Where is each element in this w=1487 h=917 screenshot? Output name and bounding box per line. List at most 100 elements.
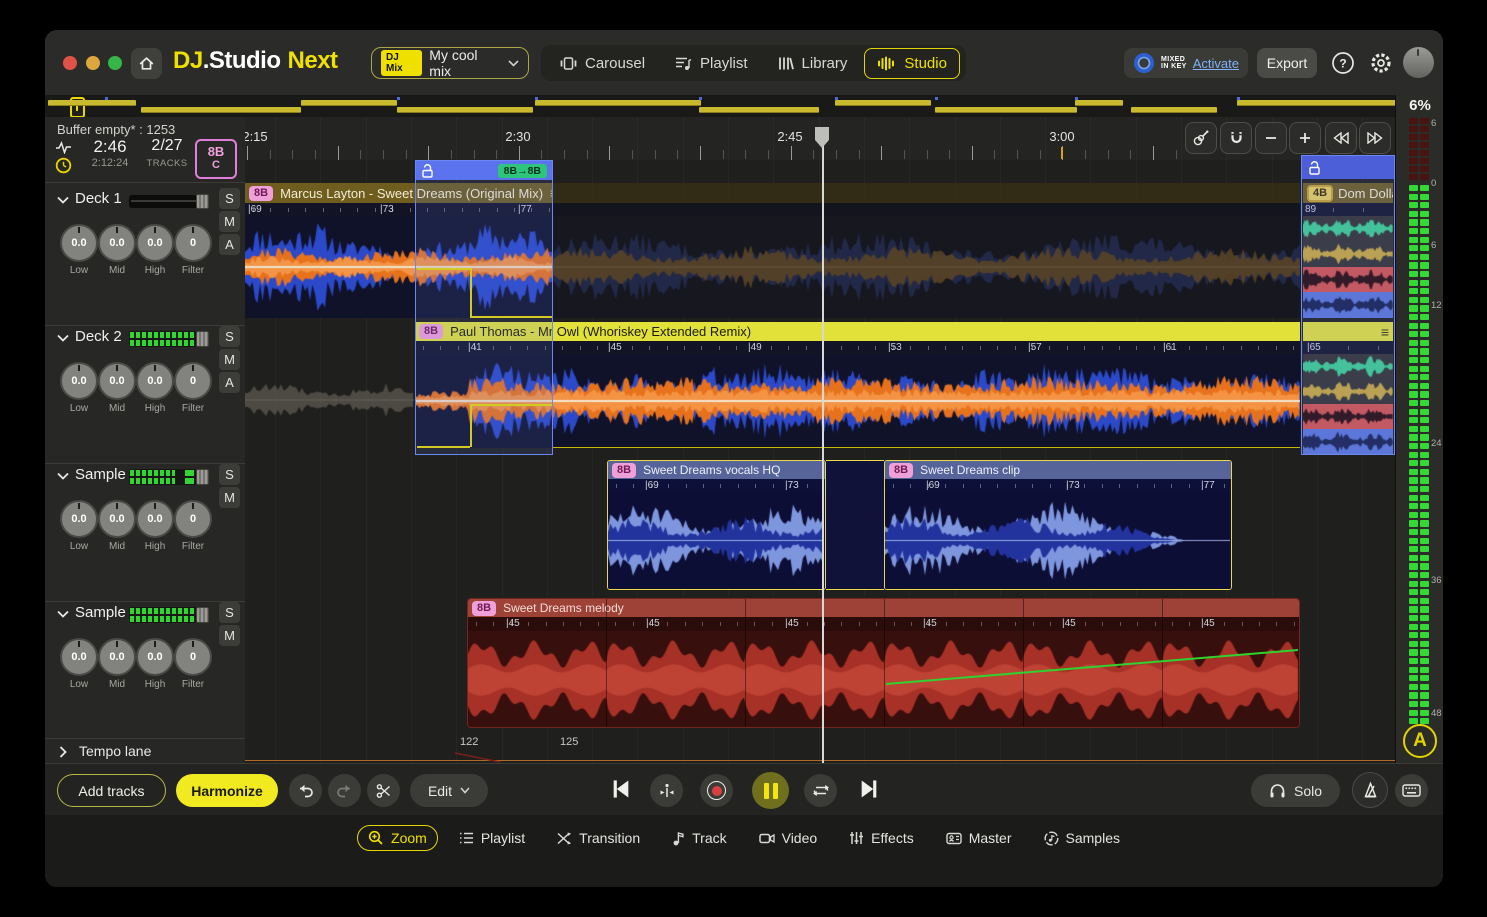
panel-tab-zoom[interactable]: Zoom [357, 825, 438, 851]
zoom-out-button[interactable] [1255, 122, 1287, 154]
sample1-solo-button[interactable]: S [219, 464, 240, 485]
playhead-line[interactable] [822, 145, 824, 763]
deck1-mute-button[interactable]: M [219, 211, 240, 232]
rewind-button[interactable] [1325, 122, 1357, 154]
redo-button[interactable] [328, 774, 361, 807]
undo-button[interactable] [289, 774, 322, 807]
deck2-mute-button[interactable]: M [219, 349, 240, 370]
sample2-mute-button[interactable]: M [219, 625, 240, 646]
pause-button[interactable] [752, 772, 789, 809]
deck2-low-knob[interactable]: 0.0 [60, 362, 98, 400]
snap-button[interactable] [1220, 122, 1252, 154]
cut-button[interactable] [367, 774, 400, 807]
avatar[interactable] [1403, 47, 1434, 78]
right-transition-region[interactable] [1301, 155, 1395, 455]
deck2-filter-knob[interactable]: 0 [174, 362, 212, 400]
panel-tab-master[interactable]: Master [935, 825, 1023, 851]
sample2-level-meter[interactable] [129, 607, 209, 623]
collapse-chevron-icon[interactable] [57, 196, 69, 204]
tab-playlist[interactable]: Playlist [662, 48, 761, 79]
sample2-low-knob[interactable]: 0.0 [60, 638, 98, 676]
tab-carousel[interactable]: Carousel [547, 48, 658, 79]
loop-button[interactable] [804, 774, 837, 807]
sample1-high-knob[interactable]: 0.0 [136, 500, 174, 538]
transition-header[interactable]: 8B→8B [416, 161, 552, 180]
sample1-low-knob[interactable]: 0.0 [60, 500, 98, 538]
panel-tab-track[interactable]: Track [661, 825, 737, 851]
deck2-auto-button[interactable]: A [219, 372, 240, 393]
metronome-button[interactable] [1352, 772, 1388, 808]
tab-library[interactable]: Library [765, 48, 861, 79]
help-button[interactable]: ? [1329, 49, 1357, 77]
sample1-mute-button[interactable]: M [219, 487, 240, 508]
sample1-clip-vocals[interactable]: 8B Sweet Dreams vocals HQ |69|73 [607, 460, 826, 590]
deck1-low-knob[interactable]: 0.0 [60, 224, 98, 262]
deck1-high-knob[interactable]: 0.0 [136, 224, 174, 262]
project-selector[interactable]: DJ Mix My cool mix [371, 47, 529, 79]
collapse-chevron-icon[interactable] [57, 472, 69, 480]
sample2-clip[interactable]: 8B Sweet Dreams melody |45|45|45|45|45|4… [467, 598, 1300, 728]
panel-tab-effects[interactable]: Effects [838, 825, 925, 851]
deck2-high-knob[interactable]: 0.0 [136, 362, 174, 400]
collapse-chevron-icon[interactable] [57, 334, 69, 342]
collapse-chevron-icon[interactable] [57, 610, 69, 618]
home-button[interactable] [131, 48, 162, 79]
sample1-mid-knob[interactable]: 0.0 [98, 500, 136, 538]
deck1-auto-button[interactable]: A [219, 234, 240, 255]
settings-button[interactable] [1367, 49, 1395, 77]
sample1-gap[interactable] [826, 460, 884, 590]
sample1-clip-main[interactable]: 8B Sweet Dreams clip |69|73|77 [884, 460, 1232, 590]
deck2-level-meter[interactable] [129, 331, 209, 347]
sample2-filter-knob[interactable]: 0 [174, 638, 212, 676]
export-button[interactable]: Export [1257, 48, 1317, 78]
panel-tab-transition[interactable]: Transition [546, 825, 651, 851]
sample1-filter-knob[interactable]: 0 [174, 500, 212, 538]
transition-region[interactable]: 8B→8B [415, 160, 553, 455]
slider-handle[interactable] [196, 194, 209, 209]
beat-tick [1276, 346, 1277, 350]
fast-forward-button[interactable] [1359, 122, 1391, 154]
unlock-icon[interactable] [1308, 161, 1321, 175]
sample1-level-meter[interactable] [129, 469, 209, 485]
deck1-mid-knob[interactable]: 0.0 [98, 224, 136, 262]
unlock-icon[interactable] [421, 164, 434, 178]
beat-label: |45 [1062, 618, 1076, 629]
deck1-clip-faded[interactable] [553, 183, 1300, 318]
panel-tab-video[interactable]: Video [748, 825, 829, 851]
slider-handle[interactable] [196, 607, 209, 623]
add-tracks-button[interactable]: Add tracks [57, 774, 166, 807]
harmonize-button[interactable]: Harmonize [176, 774, 278, 807]
autogain-button[interactable]: A [1403, 724, 1437, 758]
close-window-button[interactable] [63, 56, 77, 70]
sample2-solo-button[interactable]: S [219, 602, 240, 623]
deck1-volume-slider[interactable] [129, 195, 209, 208]
skip-to-start-button[interactable] [610, 778, 632, 805]
deck1-filter-knob[interactable]: 0 [174, 224, 212, 262]
tab-studio[interactable]: Studio [864, 48, 960, 79]
shortcuts-button[interactable] [1395, 774, 1428, 807]
maximize-window-button[interactable] [108, 56, 122, 70]
sample2-mid-knob[interactable]: 0.0 [98, 638, 136, 676]
panel-tab-playlist[interactable]: Playlist [448, 825, 536, 851]
tempo-lane-row[interactable]: Tempo lane [45, 738, 245, 764]
activate-link[interactable]: Activate [1193, 56, 1239, 71]
playhead-marker[interactable] [815, 127, 830, 149]
slider-handle[interactable] [196, 331, 209, 347]
sample2-high-knob[interactable]: 0.0 [136, 638, 174, 676]
skip-to-end-button[interactable] [858, 778, 880, 805]
solo-button[interactable]: Solo [1251, 774, 1340, 807]
slider-handle[interactable] [196, 469, 209, 485]
edit-menu-button[interactable]: Edit [410, 774, 488, 807]
transition-header[interactable] [1302, 156, 1394, 179]
instrument-button[interactable] [1185, 122, 1217, 154]
zoom-in-button[interactable] [1289, 122, 1321, 154]
record-button[interactable] [700, 774, 733, 807]
minimize-window-button[interactable] [86, 56, 100, 70]
timeline-overview[interactable] [45, 95, 1443, 117]
panel-tab-samples[interactable]: Samples [1033, 825, 1131, 851]
jump-to-playhead-button[interactable] [650, 774, 683, 807]
deck2-mid-knob[interactable]: 0.0 [98, 362, 136, 400]
deck2-solo-button[interactable]: S [219, 326, 240, 347]
timeline-area[interactable]: 2:152:302:453:00 8B Marcus Layton - Swee… [245, 117, 1395, 763]
deck1-solo-button[interactable]: S [219, 188, 240, 209]
